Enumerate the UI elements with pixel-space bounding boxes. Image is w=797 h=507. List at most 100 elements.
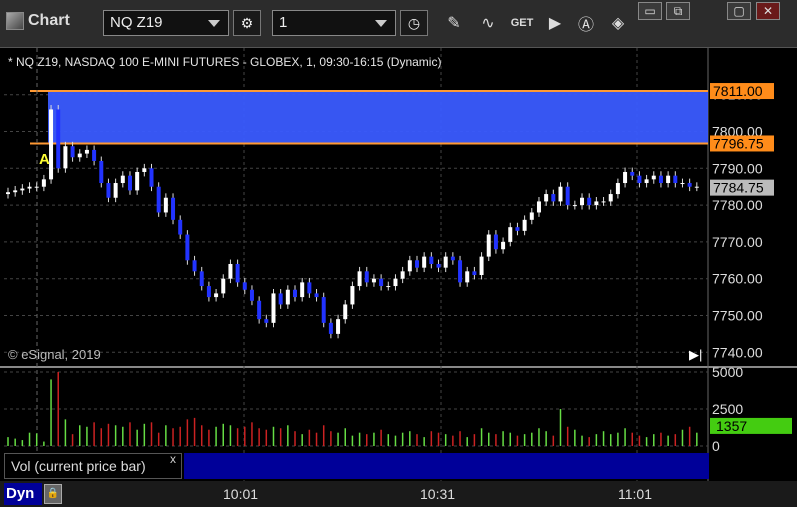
candle-body — [673, 175, 678, 184]
candle-body — [393, 278, 398, 287]
y-tick-label: 7770.00 — [712, 234, 763, 250]
close-button[interactable]: ✕ — [756, 2, 780, 20]
candle-body — [135, 171, 140, 191]
candle-body — [92, 149, 97, 161]
candle-body — [149, 168, 154, 187]
chart-header: * NQ Z19, NASDAQ 100 E-MINI FUTURES - GL… — [8, 55, 442, 69]
interval-select[interactable]: 1 — [272, 10, 396, 36]
candle-body — [178, 219, 183, 235]
candle-body — [113, 183, 118, 198]
candle-body — [6, 192, 10, 195]
candle-body — [264, 319, 269, 323]
scroll-to-end-icon[interactable]: ▶| — [689, 347, 702, 363]
candle-body — [214, 293, 219, 298]
candle-body — [249, 289, 254, 301]
candle-body — [328, 322, 333, 334]
chart-app-icon — [6, 12, 24, 30]
candle-body — [536, 201, 541, 213]
candle-body — [644, 179, 649, 184]
chart-toolbar: Chart NQ Z19 ⚙ 1 ◷ ✎ ∿ GET ▶ Ⓐ ◈ ▭ ⧉ ▢ ✕ — [0, 0, 797, 48]
candle-body — [235, 263, 240, 283]
volume-close-button[interactable]: x — [170, 452, 176, 466]
alert-icon[interactable]: Ⓐ — [572, 10, 600, 36]
candle-body — [185, 234, 190, 261]
vol-tick-label: 5000 — [712, 364, 743, 380]
candle-body — [307, 282, 312, 294]
price-zone — [48, 91, 708, 144]
symbol-value: NQ Z19 — [110, 14, 163, 31]
candle-body — [156, 186, 161, 213]
candle-body — [371, 278, 376, 283]
restore-button[interactable]: ⧉ — [666, 2, 690, 20]
candle-body — [293, 289, 298, 298]
get-icon[interactable]: GET — [508, 10, 536, 36]
candle-body — [544, 194, 549, 202]
candle-body — [658, 175, 663, 184]
candle-body — [77, 153, 82, 158]
candle-body — [508, 227, 513, 242]
candle-body — [493, 234, 498, 250]
candle-body — [572, 205, 577, 207]
candle-body — [565, 186, 570, 206]
diamond-icon[interactable]: ◈ — [604, 10, 632, 36]
candle-body — [651, 175, 656, 180]
candle-body — [551, 194, 556, 202]
pencil-icon[interactable]: ✎ — [440, 10, 468, 36]
candle-body — [242, 282, 247, 290]
candle-body — [206, 286, 211, 298]
candle-body — [637, 175, 642, 184]
candle-body — [357, 271, 362, 287]
candle-body — [400, 271, 405, 279]
window-title: Chart — [6, 12, 70, 30]
candle-body — [192, 260, 197, 272]
candle-body — [70, 146, 75, 158]
study-icon[interactable]: ∿ — [474, 10, 502, 36]
candle-body — [56, 109, 61, 169]
candle-body — [687, 183, 692, 187]
candle-body — [271, 293, 276, 323]
candle-body — [343, 304, 348, 320]
volume-info-bar — [184, 453, 709, 479]
copyright-label: © eSignal, 2019 — [8, 347, 101, 362]
candle-body — [501, 241, 506, 250]
minimize-button[interactable]: ▭ — [638, 2, 662, 20]
candle-body — [63, 146, 68, 169]
candle-body — [407, 260, 412, 272]
candle-body — [429, 256, 434, 264]
candle-body — [615, 183, 620, 195]
play-icon[interactable]: ▶ — [541, 10, 569, 36]
candle-body — [601, 201, 606, 203]
candle-body — [27, 186, 32, 189]
vol-tick-label: 2500 — [712, 401, 743, 417]
candle-body — [350, 286, 355, 305]
last-price-tag: 7784.75 — [713, 180, 764, 196]
candle-body — [522, 219, 527, 231]
candle-body — [608, 194, 613, 202]
candle-body — [436, 263, 441, 268]
candle-body — [529, 212, 534, 220]
candle-body — [450, 256, 455, 261]
candle-body — [558, 186, 563, 202]
volume-study-label[interactable]: Vol (current price bar) — [4, 453, 182, 479]
candle-body — [623, 171, 628, 184]
x-tick-label: 10:01 — [223, 486, 259, 502]
candle-body — [321, 297, 326, 323]
candle-body — [422, 256, 427, 268]
candle-body — [199, 271, 204, 287]
clock-icon[interactable]: ◷ — [400, 10, 428, 36]
y-tick-label: 7760.00 — [712, 271, 763, 287]
candle-body — [472, 271, 477, 276]
y-tick-label: 7750.00 — [712, 307, 763, 323]
gear-icon[interactable]: ⚙ — [233, 10, 261, 36]
x-tick-label: 10:31 — [420, 486, 456, 502]
dynamic-button[interactable]: Dyn — [4, 483, 42, 505]
price-chart[interactable]: 7740.00 7750.00 7760.00 7770.00 7780.00 7790.… — [0, 48, 797, 507]
candle-body — [336, 319, 341, 334]
candle-body — [580, 197, 585, 206]
lock-icon[interactable]: 🔒 — [44, 484, 62, 504]
candle-body — [171, 197, 176, 220]
symbol-select[interactable]: NQ Z19 — [103, 10, 229, 36]
maximize-button[interactable]: ▢ — [727, 2, 751, 20]
lower-price-tag: 7796.75 — [713, 135, 764, 151]
candle-body — [127, 175, 132, 191]
